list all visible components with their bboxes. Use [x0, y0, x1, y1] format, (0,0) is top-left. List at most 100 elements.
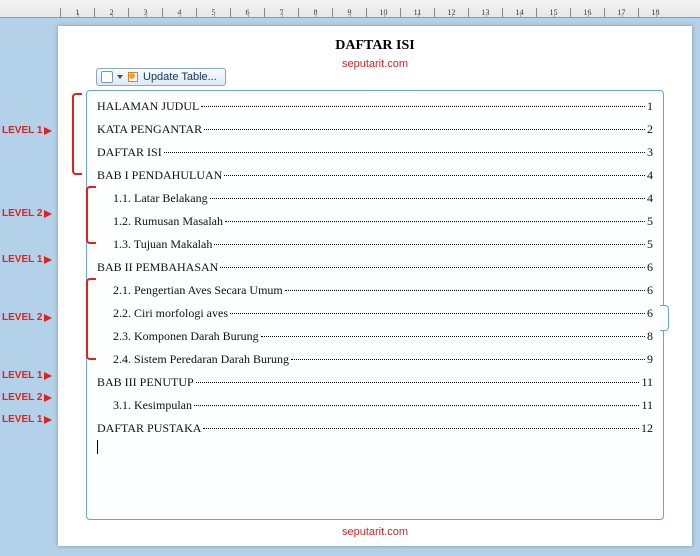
- toc-entry[interactable]: 2.1. Pengertian Aves Secara Umum 6: [97, 283, 653, 298]
- ruler-mark: 15: [536, 8, 570, 17]
- update-table-label: Update Table...: [143, 71, 217, 83]
- arrow-right-icon: [44, 210, 52, 218]
- level2-label: LEVEL 2: [2, 208, 52, 219]
- toc-container[interactable]: HALAMAN JUDUL 1 KATA PENGANTAR 2 DAFTAR ISI 3…: [86, 90, 664, 520]
- toc-entry[interactable]: 2.4. Sistem Peredaran Darah Burung 9: [97, 352, 653, 367]
- toc-entry-label: 2.1. Pengertian Aves Secara Umum: [113, 283, 283, 298]
- toc-entry-label: BAB III PENUTUP: [97, 375, 194, 390]
- toc-entry[interactable]: DAFTAR PUSTAKA 12: [97, 421, 653, 436]
- toc-entry-page: 6: [647, 306, 653, 321]
- level2-bracket: [86, 278, 96, 360]
- toc-entry-label: 3.1. Kesimpulan: [113, 398, 192, 413]
- toc-entry-page: 4: [647, 168, 653, 183]
- toc-entry-label: BAB I PENDAHULUAN: [97, 168, 222, 183]
- toc-entry[interactable]: 2.3. Komponen Darah Burung8: [97, 329, 653, 344]
- ruler-mark: 8: [298, 8, 332, 17]
- ruler-mark: 3: [128, 8, 162, 17]
- toc-entry-label: 1.1. Latar Belakang: [113, 191, 208, 206]
- arrow-right-icon: [44, 372, 52, 380]
- ruler-mark: 7: [264, 8, 298, 17]
- document-page[interactable]: DAFTAR ISI seputarit.com Update Table...…: [58, 26, 692, 546]
- ruler-mark: 2: [94, 8, 128, 17]
- toc-entry-label: 2.4. Sistem Peredaran Darah Burung: [113, 352, 289, 367]
- ruler-mark: 10: [366, 8, 400, 17]
- toc-entry[interactable]: HALAMAN JUDUL 1: [97, 99, 653, 114]
- page-icon: [101, 71, 113, 83]
- toc-leader-dots: [164, 152, 645, 153]
- level1-label: LEVEL 1: [2, 254, 52, 265]
- toc-entry-page: 5: [647, 237, 653, 252]
- toc-entry-label: 2.2. Ciri morfologi aves: [113, 306, 228, 321]
- toc-entry-page: 5: [647, 214, 653, 229]
- ruler-mark: 17: [604, 8, 638, 17]
- toc-entry[interactable]: 3.1. Kesimpulan 11: [97, 398, 653, 413]
- toc-entry[interactable]: 1.2. Rumusan Masalah 5: [97, 214, 653, 229]
- ruler-mark: 12: [434, 8, 468, 17]
- toc-entry-page: 6: [647, 283, 653, 298]
- toc-list: HALAMAN JUDUL 1 KATA PENGANTAR 2 DAFTAR ISI 3…: [97, 99, 653, 436]
- toc-entry-page: 11: [641, 398, 653, 413]
- watermark-bottom: seputarit.com: [86, 526, 664, 538]
- refresh-icon: [127, 71, 139, 83]
- level1-label: LEVEL 1: [2, 414, 52, 425]
- toc-leader-dots: [194, 405, 639, 406]
- toc-entry-label: 2.3. Komponen Darah Burung: [113, 329, 259, 344]
- toc-entry-label: HALAMAN JUDUL: [97, 99, 199, 114]
- toc-entry-page: 9: [647, 352, 653, 367]
- toc-entry[interactable]: DAFTAR ISI 3: [97, 145, 653, 160]
- level1-label: LEVEL 1: [2, 370, 52, 381]
- toc-leader-dots: [204, 129, 645, 130]
- horizontal-ruler[interactable]: 1 2 3 4 5 6 7 8 9 10 11 12 13 14 15 16 1…: [0, 0, 700, 18]
- toc-leader-dots: [196, 382, 640, 383]
- level2-bracket: [86, 186, 96, 244]
- toc-entry-label: 1.2. Rumusan Masalah: [113, 214, 223, 229]
- toc-entry[interactable]: 1.3. Tujuan Makalah 5: [97, 237, 653, 252]
- toc-entry-page: 3: [647, 145, 653, 160]
- toc-entry-page: 6: [647, 260, 653, 275]
- toc-entry-page: 2: [647, 122, 653, 137]
- arrow-right-icon: [44, 127, 52, 135]
- toc-leader-dots: [203, 428, 639, 429]
- toc-entry-label: KATA PENGANTAR: [97, 122, 202, 137]
- arrow-right-icon: [44, 394, 52, 402]
- ruler-mark: 13: [468, 8, 502, 17]
- toc-leader-dots: [210, 198, 645, 199]
- toc-leader-dots: [285, 290, 645, 291]
- toc-entry-label: DAFTAR ISI: [97, 145, 162, 160]
- level2-label: LEVEL 2: [2, 392, 52, 403]
- ruler-mark: 11: [400, 8, 434, 17]
- toc-entry-label: 1.3. Tujuan Makalah: [113, 237, 212, 252]
- level1-label: LEVEL 1: [2, 125, 52, 136]
- toc-leader-dots: [261, 336, 645, 337]
- ruler-mark: 6: [230, 8, 264, 17]
- toc-entry-page: 4: [647, 191, 653, 206]
- toc-entry[interactable]: 1.1. Latar Belakang 4: [97, 191, 653, 206]
- toc-leader-dots: [214, 244, 645, 245]
- ruler-mark: 14: [502, 8, 536, 17]
- toc-entry-label: DAFTAR PUSTAKA: [97, 421, 201, 436]
- update-table-button[interactable]: Update Table...: [96, 68, 226, 86]
- ruler-mark: 18: [638, 8, 672, 17]
- toc-entry[interactable]: BAB II PEMBAHASAN 6: [97, 260, 653, 275]
- toc-entry-page: 1: [647, 99, 653, 114]
- toc-entry-page: 11: [641, 375, 653, 390]
- dropdown-icon: [117, 75, 123, 79]
- toc-leader-dots: [291, 359, 645, 360]
- toc-leader-dots: [201, 106, 645, 107]
- toc-leader-dots: [224, 175, 645, 176]
- toc-entry[interactable]: BAB I PENDAHULUAN 4: [97, 168, 653, 183]
- toc-entry[interactable]: KATA PENGANTAR 2: [97, 122, 653, 137]
- text-cursor: [97, 440, 98, 454]
- toc-entry-label: BAB II PEMBAHASAN: [97, 260, 218, 275]
- ruler-mark: 9: [332, 8, 366, 17]
- arrow-right-icon: [44, 256, 52, 264]
- toc-leader-dots: [225, 221, 645, 222]
- ruler-mark: 16: [570, 8, 604, 17]
- toc-entry[interactable]: BAB III PENUTUP 11: [97, 375, 653, 390]
- ruler-mark: 1: [60, 8, 94, 17]
- toc-entry-page: 12: [641, 421, 653, 436]
- ruler-mark: 5: [196, 8, 230, 17]
- toc-entry[interactable]: 2.2. Ciri morfologi aves 6: [97, 306, 653, 321]
- toc-leader-dots: [230, 313, 645, 314]
- page-title: DAFTAR ISI: [86, 38, 664, 54]
